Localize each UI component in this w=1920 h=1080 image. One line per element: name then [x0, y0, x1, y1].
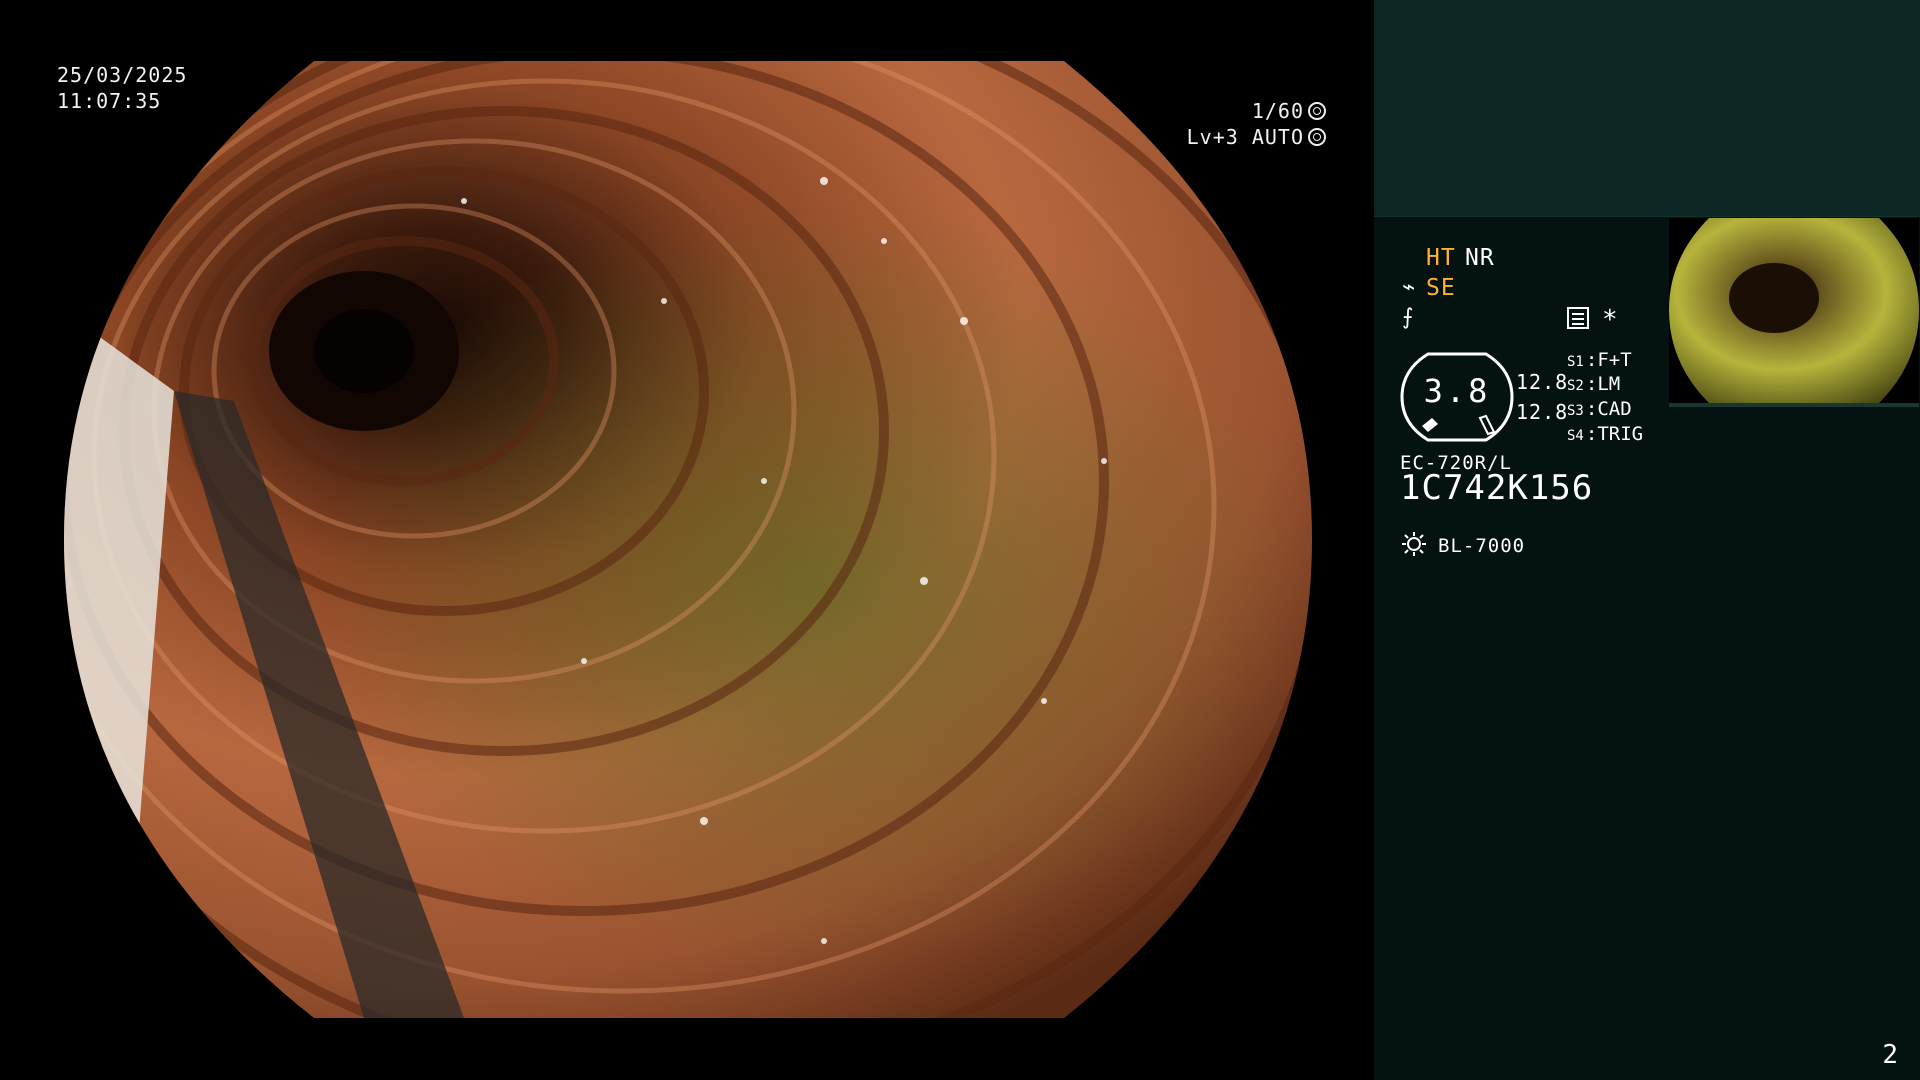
- light-source-icon: [1402, 532, 1426, 556]
- gauge-value: 3.8: [1423, 372, 1491, 410]
- light-source-label: BL-7000: [1438, 535, 1526, 557]
- scope-serial: 1C742K156: [1400, 468, 1594, 508]
- endoscopic-image: [64, 61, 1312, 1018]
- switch-3: S3:CAD: [1567, 398, 1632, 420]
- time-text: 11:07:35: [57, 89, 162, 113]
- color-mode-icon: ⨍: [1402, 305, 1415, 330]
- switch-2: S2:LM: [1567, 373, 1621, 395]
- switch-key: S2: [1567, 378, 1584, 394]
- panel-header-area: [1374, 0, 1920, 217]
- nr-indicator: NR: [1465, 245, 1495, 271]
- se-indicator: SE: [1426, 275, 1456, 301]
- switch-key: S1: [1567, 354, 1584, 370]
- switch-value: CAD: [1597, 398, 1632, 420]
- asterisk-indicator: *: [1602, 305, 1619, 335]
- switch-value: TRIG: [1597, 423, 1644, 445]
- switch-value: LM: [1597, 373, 1621, 395]
- info-panel: HT NR ⌁ SE ⨍ * 3.8 12.8 12.8 S1:F+T S2:L…: [1374, 0, 1920, 1080]
- switch-1: S1:F+T: [1567, 349, 1632, 371]
- shutter-speed-text: 1/60: [1251, 99, 1304, 123]
- shutter-icon: [1308, 102, 1326, 120]
- shutter-readout: 1/60 Lv+3 AUTO: [1187, 98, 1326, 150]
- auto-iris-icon: [1308, 128, 1326, 146]
- enhancement-icon: ⌁: [1402, 275, 1417, 300]
- switch-4: S4:TRIG: [1567, 423, 1644, 445]
- date-text: 25/03/2025: [57, 63, 188, 87]
- endoscope-view: 25/03/2025 11:07:35 1/60 Lv+3 AUTO: [0, 0, 1374, 1080]
- level-mode-text: Lv+3 AUTO: [1186, 125, 1304, 149]
- pip-thumbnail[interactable]: [1669, 218, 1919, 407]
- datetime-readout: 25/03/2025 11:07:35: [57, 62, 187, 114]
- menu-icon: [1567, 307, 1589, 329]
- ht-indicator: HT: [1426, 245, 1456, 271]
- value-a: 12.8: [1516, 370, 1569, 394]
- switch-key: S4: [1567, 428, 1584, 444]
- switch-value: F+T: [1597, 349, 1632, 371]
- page-number: 2: [1882, 1040, 1898, 1070]
- value-b: 12.8: [1516, 400, 1569, 424]
- switch-key: S3: [1567, 403, 1584, 419]
